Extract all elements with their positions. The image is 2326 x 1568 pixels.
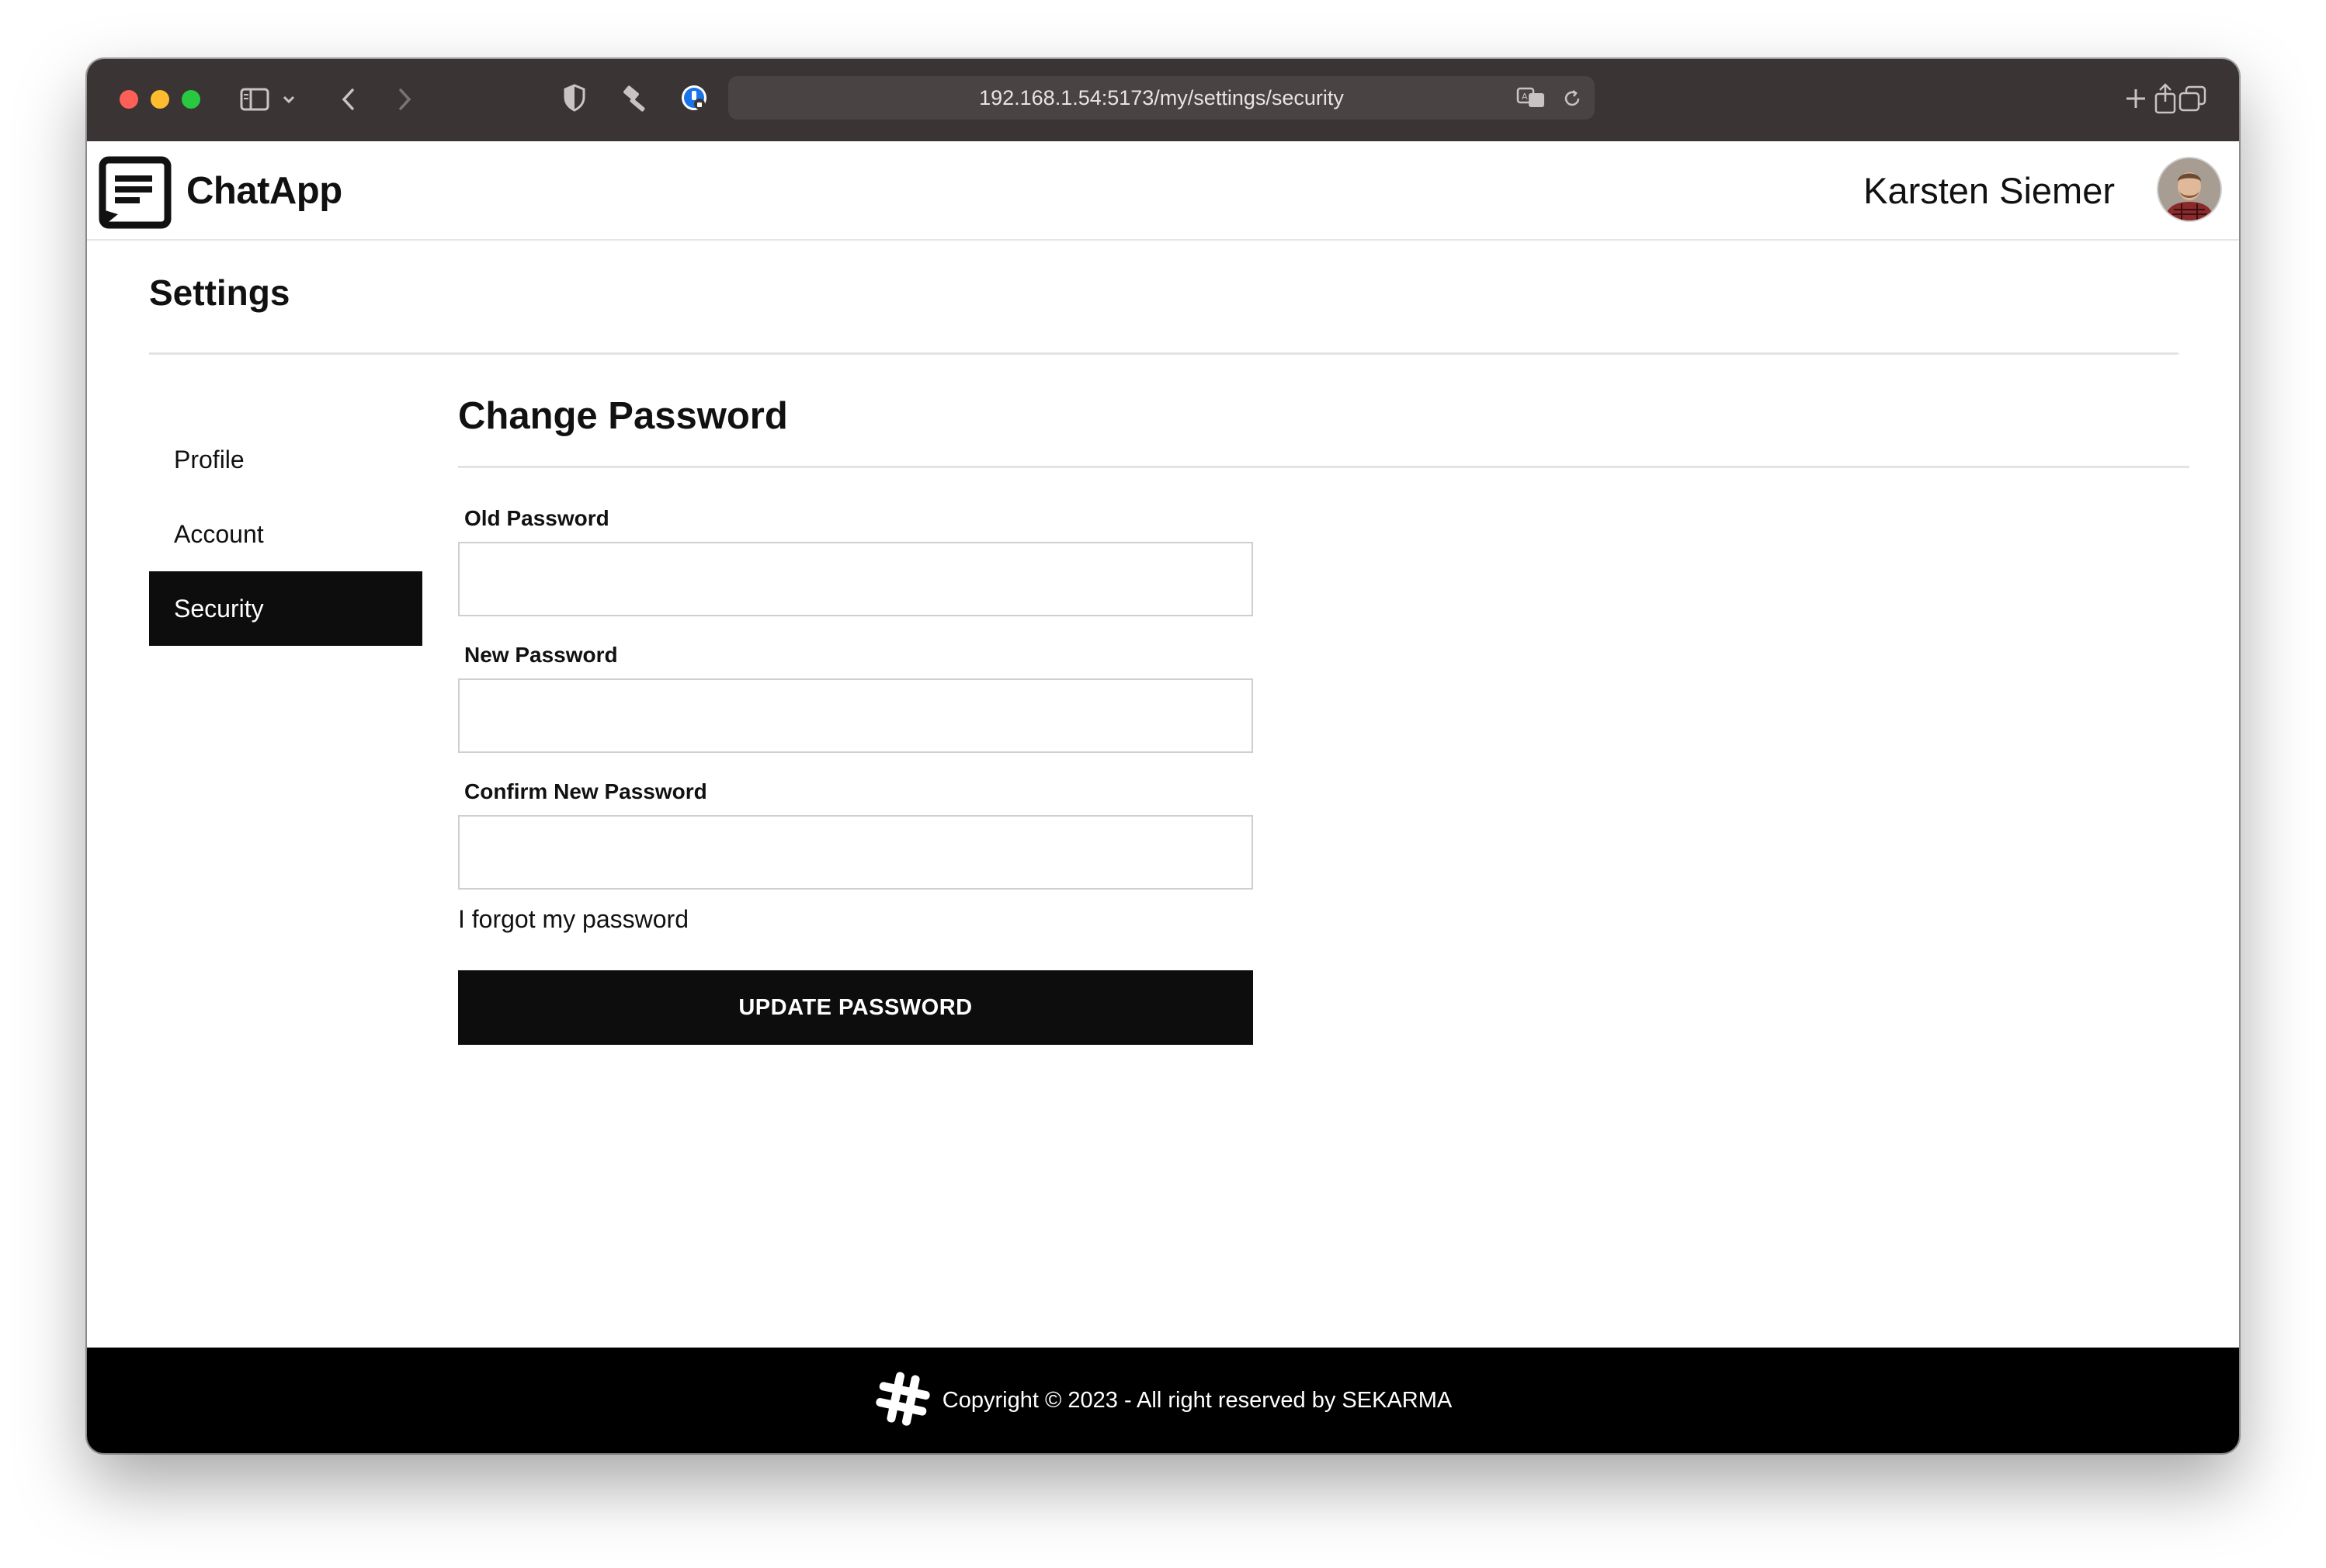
footer: Copyright © 2023 - All right reserved by… [87, 1348, 2239, 1453]
back-icon[interactable] [337, 85, 360, 113]
sidebar-item-account[interactable]: Account [149, 497, 422, 571]
avatar[interactable] [2158, 158, 2220, 220]
confirm-password-label: Confirm New Password [464, 779, 707, 803]
brand-name[interactable]: ChatApp [186, 169, 342, 213]
copyright-text: Copyright © 2023 - All right reserved by… [942, 1387, 1453, 1413]
old-password-field[interactable] [458, 542, 1253, 616]
sidebar-item-security[interactable]: Security [149, 571, 422, 646]
address-bar-url[interactable]: 192.168.1.54:5173/my/settings/security [728, 76, 1595, 120]
privacy-shield-icon[interactable] [561, 82, 588, 113]
zoom-window-button[interactable] [182, 90, 200, 109]
tab-overview-icon[interactable] [2177, 84, 2208, 113]
new-password-field[interactable] [458, 678, 1253, 753]
translate-icon[interactable]: A [1515, 85, 1547, 110]
forgot-password-link[interactable]: I forgot my password [458, 905, 689, 934]
app-header: ChatApp Karsten Siemer [87, 141, 2239, 241]
hammer-icon[interactable] [618, 81, 652, 115]
divider [458, 466, 2189, 468]
new-password-label: New Password [464, 643, 618, 667]
divider [149, 352, 2178, 355]
address-bar[interactable]: 192.168.1.54:5173/my/settings/security A [728, 76, 1595, 120]
page-title: Settings [149, 272, 290, 313]
sidebar-toggle-icon[interactable] [239, 85, 270, 113]
chevron-down-icon[interactable] [279, 90, 298, 109]
chat-logo-icon[interactable] [98, 155, 172, 230]
update-password-button[interactable]: UPDATE PASSWORD [458, 970, 1253, 1045]
share-icon[interactable] [2151, 82, 2180, 115]
browser-toolbar: 192.168.1.54:5173/my/settings/security A [87, 59, 2239, 141]
user-name[interactable]: Karsten Siemer [1863, 169, 2115, 212]
minimize-window-button[interactable] [151, 90, 169, 109]
confirm-password-field[interactable] [458, 815, 1253, 890]
section-title: Change Password [458, 395, 788, 437]
close-window-button[interactable] [120, 90, 138, 109]
old-password-label: Old Password [464, 506, 609, 530]
password-manager-icon[interactable] [679, 82, 710, 113]
hashtag-logo-icon [874, 1370, 932, 1431]
reload-icon[interactable] [1561, 87, 1584, 110]
svg-text:A: A [1522, 92, 1528, 102]
new-tab-icon[interactable] [2121, 84, 2151, 113]
forward-icon[interactable] [393, 85, 416, 113]
browser-window: 192.168.1.54:5173/my/settings/security A [87, 59, 2239, 1453]
sidebar-item-profile[interactable]: Profile [149, 422, 422, 497]
